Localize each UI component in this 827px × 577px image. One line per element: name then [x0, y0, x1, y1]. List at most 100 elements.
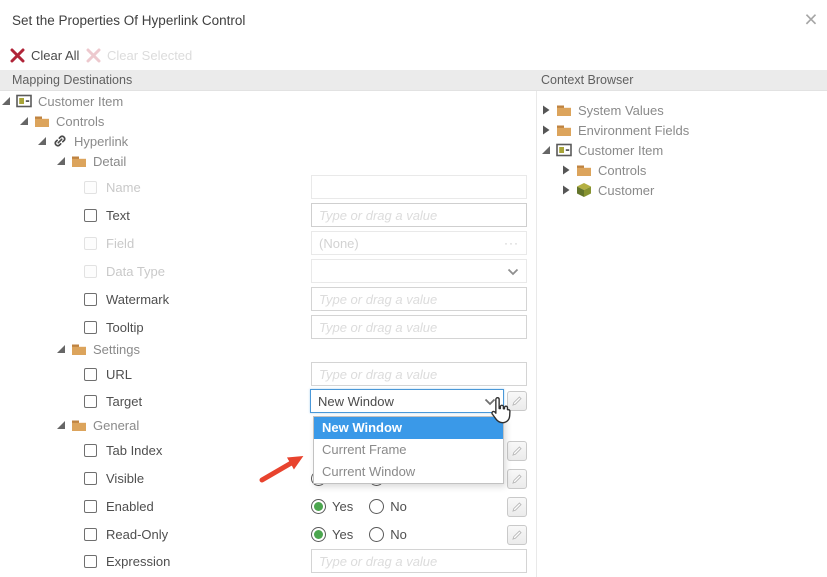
url-checkbox[interactable]	[84, 368, 97, 381]
watermark-checkbox[interactable]	[84, 293, 97, 306]
property-row-url: URL	[84, 360, 132, 388]
target-select-value: New Window	[318, 394, 394, 409]
expression-input[interactable]	[311, 549, 527, 573]
dropdown-option-current-frame[interactable]: Current Frame	[314, 439, 503, 461]
dropdown-option-new-window[interactable]: New Window	[314, 417, 503, 439]
tree-node-general[interactable]: General	[56, 415, 139, 435]
checkbox-label: Tooltip	[106, 320, 144, 335]
field-picker: (None) ···	[311, 231, 527, 255]
collapse-icon[interactable]	[56, 156, 66, 166]
checkbox-label: Text	[106, 208, 130, 223]
tree-node-detail[interactable]: Detail	[56, 151, 126, 171]
tooltip-input[interactable]	[311, 315, 527, 339]
url-input[interactable]	[311, 362, 527, 386]
dropdown-option-current-window[interactable]: Current Window	[314, 461, 503, 483]
folder-icon	[71, 153, 87, 169]
clear-selected-label: Clear Selected	[107, 48, 192, 63]
target-edit-button[interactable]	[507, 391, 527, 411]
enabled-edit-button[interactable]	[507, 497, 527, 517]
checkbox-label: Visible	[106, 471, 144, 486]
yes-label: Yes	[332, 499, 353, 514]
no-label: No	[390, 499, 407, 514]
dialog-title: Set the Properties Of Hyperlink Control	[12, 13, 245, 28]
mapping-destinations-header: Mapping Destinations	[12, 73, 132, 87]
folder-icon	[556, 122, 572, 138]
panel-header-bar: Mapping Destinations Context Browser	[0, 70, 827, 91]
read-only-edit-button[interactable]	[507, 525, 527, 545]
ctx-node-controls[interactable]: Controls	[561, 160, 646, 180]
tree-label: Environment Fields	[578, 123, 689, 138]
tree-node-settings[interactable]: Settings	[56, 339, 140, 359]
name-checkbox	[84, 181, 97, 194]
target-checkbox[interactable]	[84, 395, 97, 408]
pencil-icon	[511, 529, 523, 541]
ctx-node-environment-fields[interactable]: Environment Fields	[541, 120, 689, 140]
context-browser-header: Context Browser	[541, 73, 633, 87]
tooltip-checkbox[interactable]	[84, 321, 97, 334]
checkbox-label: Data Type	[106, 264, 165, 279]
read-only-yes-radio[interactable]	[311, 527, 326, 542]
enabled-checkbox[interactable]	[84, 500, 97, 513]
checkbox-label: Target	[106, 394, 142, 409]
pencil-icon	[511, 445, 523, 457]
text-input[interactable]	[311, 203, 527, 227]
expand-icon[interactable]	[561, 165, 571, 175]
tree-node-hyperlink[interactable]: Hyperlink	[37, 131, 128, 151]
enabled-no-radio[interactable]	[369, 499, 384, 514]
close-icon[interactable]: ×	[799, 6, 823, 32]
expand-icon[interactable]	[541, 105, 551, 115]
tree-label: System Values	[578, 103, 664, 118]
hyperlink-properties-dialog: Set the Properties Of Hyperlink Control …	[0, 0, 827, 577]
collapse-icon[interactable]	[37, 136, 47, 146]
folder-icon	[34, 113, 50, 129]
ctx-node-system-values[interactable]: System Values	[541, 100, 664, 120]
enabled-yes-radio[interactable]	[311, 499, 326, 514]
watermark-input[interactable]	[311, 287, 527, 311]
tab-index-edit-button[interactable]	[507, 441, 527, 461]
collapse-icon[interactable]	[56, 420, 66, 430]
property-row-data-type: Data Type	[84, 257, 165, 285]
clear-all-button[interactable]: Clear All	[10, 46, 79, 64]
collapse-icon[interactable]	[19, 116, 29, 126]
checkbox-label: Expression	[106, 554, 170, 569]
property-row-name: Name	[84, 173, 141, 201]
property-row-target: Target	[84, 387, 142, 415]
ctx-node-customer[interactable]: Customer	[561, 180, 654, 200]
tab-index-checkbox[interactable]	[84, 444, 97, 457]
visible-edit-button[interactable]	[507, 469, 527, 489]
folder-icon	[71, 417, 87, 433]
collapse-icon[interactable]	[1, 96, 11, 106]
collapse-icon[interactable]	[56, 344, 66, 354]
property-row-text: Text	[84, 201, 130, 229]
tree-label: Controls	[56, 114, 104, 129]
text-checkbox[interactable]	[84, 209, 97, 222]
read-only-checkbox[interactable]	[84, 528, 97, 541]
ctx-node-customer-item[interactable]: Customer Item	[541, 140, 663, 160]
tree-label: Controls	[598, 163, 646, 178]
enabled-radio-group: Yes No	[311, 492, 407, 520]
folder-icon	[556, 102, 572, 118]
property-row-visible: Visible	[84, 464, 144, 492]
collapse-icon[interactable]	[541, 145, 551, 155]
tree-node-controls[interactable]: Controls	[19, 111, 104, 131]
clear-all-label: Clear All	[31, 48, 79, 63]
ellipsis-icon: ···	[504, 236, 519, 250]
read-only-no-radio[interactable]	[369, 527, 384, 542]
expand-icon[interactable]	[561, 185, 571, 195]
visible-checkbox[interactable]	[84, 472, 97, 485]
field-value: (None)	[319, 236, 359, 251]
folder-icon	[576, 162, 592, 178]
target-select[interactable]: New Window	[310, 389, 504, 413]
target-dropdown-list: New Window Current Frame Current Window	[313, 416, 504, 484]
checkbox-label: Enabled	[106, 499, 154, 514]
checkbox-label: URL	[106, 367, 132, 382]
name-input	[311, 175, 527, 199]
expression-checkbox[interactable]	[84, 555, 97, 568]
tree-label: Customer	[598, 183, 654, 198]
hyperlink-icon	[52, 133, 68, 149]
data-type-select	[311, 259, 527, 283]
tree-label: Detail	[93, 154, 126, 169]
tree-node-customer-item[interactable]: Customer Item	[1, 91, 123, 111]
expand-icon[interactable]	[541, 125, 551, 135]
no-label: No	[390, 527, 407, 542]
